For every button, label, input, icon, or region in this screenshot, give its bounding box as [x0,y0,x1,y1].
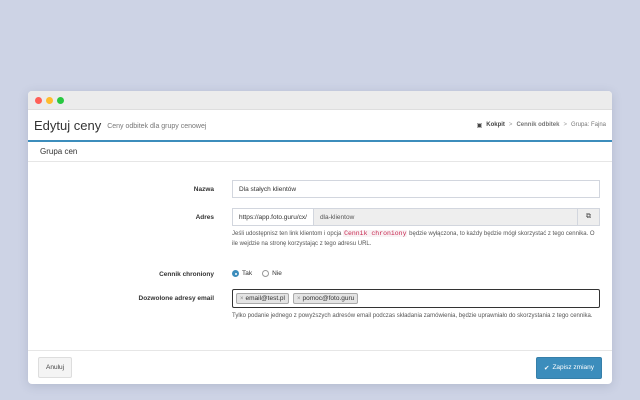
price-group-form: Nazwa Dla stałych klientów Adres https:/… [28,162,612,338]
breadcrumb: ▣ Kokpit > Cennik odbitek > Grupa: Fajna [477,122,606,129]
page-header: Edytuj ceny Ceny odbitek dla grupy cenow… [28,110,612,142]
breadcrumb-separator: > [563,122,567,128]
copy-icon[interactable]: ⧉ [577,209,599,225]
dashboard-icon: ▣ [476,122,483,129]
panel-title: Grupa cen [28,142,612,162]
app-window: Edytuj ceny Ceny odbitek dla grupy cenow… [28,91,612,384]
breadcrumb-separator: > [508,122,513,128]
name-input[interactable]: Dla stałych klientów [232,180,600,198]
name-label: Nazwa [193,186,214,193]
save-button[interactable]: ✔ Zapisz zmiany [536,356,602,379]
page-title: Edytuj ceny [34,117,102,133]
save-button-label: Zapisz zmiany [552,364,594,371]
address-help-code: Cennik chroniony [343,230,408,237]
form-footer: Anuluj ✔ Zapisz zmiany [28,350,612,384]
radio-no[interactable]: Nie [262,270,282,277]
close-window-button[interactable] [35,96,42,104]
address-help-pre: Jeśli udostępnisz ten link klientom i op… [232,231,342,237]
emails-help-text: Tylko podanie jednego z powyższych adres… [232,313,593,319]
check-icon: ✔ [544,364,550,372]
protected-label: Cennik chroniony [159,271,214,278]
maximize-window-button[interactable] [57,96,64,104]
minimize-window-button[interactable] [46,96,53,104]
cancel-button[interactable]: Anuluj [38,357,73,378]
address-input-group: https://app.foto.guru/cx/ dla-klientow ⧉ [232,208,600,226]
radio-yes-indicator[interactable] [232,270,239,277]
email-tag-label: pomoc@foto.guru [302,295,355,302]
page-subtitle: Ceny odbitek dla grupy cenowej [107,123,207,130]
radio-no-indicator[interactable] [262,270,270,277]
breadcrumb-home-link[interactable]: Kokpit [486,122,505,128]
address-input[interactable]: dla-klientow [313,209,577,225]
emails-label: Dozwolone adresy email [138,295,215,302]
radio-yes-label: Tak [242,270,253,277]
window-titlebar [28,91,612,110]
email-tag: × email@test.pl [236,293,289,304]
email-tag-label: email@test.pl [245,295,285,302]
address-help-text: Jeśli udostępnisz ten link klientom i op… [232,229,602,249]
tag-remove-icon[interactable]: × [297,296,301,302]
protected-radio-group: Tak Nie [232,270,282,277]
radio-yes[interactable]: Tak [232,270,252,277]
tag-remove-icon[interactable]: × [240,296,244,302]
address-prefix: https://app.foto.guru/cx/ [233,209,314,225]
breadcrumb-current: Grupa: Fajna [570,122,606,128]
breadcrumb-link-price-list[interactable]: Cennik odbitek [516,122,559,128]
radio-no-label: Nie [272,270,282,277]
address-label: Adres [195,214,214,221]
emails-tags-input[interactable]: × email@test.pl × pomoc@foto.guru [232,289,600,308]
email-tag: × pomoc@foto.guru [293,293,359,304]
